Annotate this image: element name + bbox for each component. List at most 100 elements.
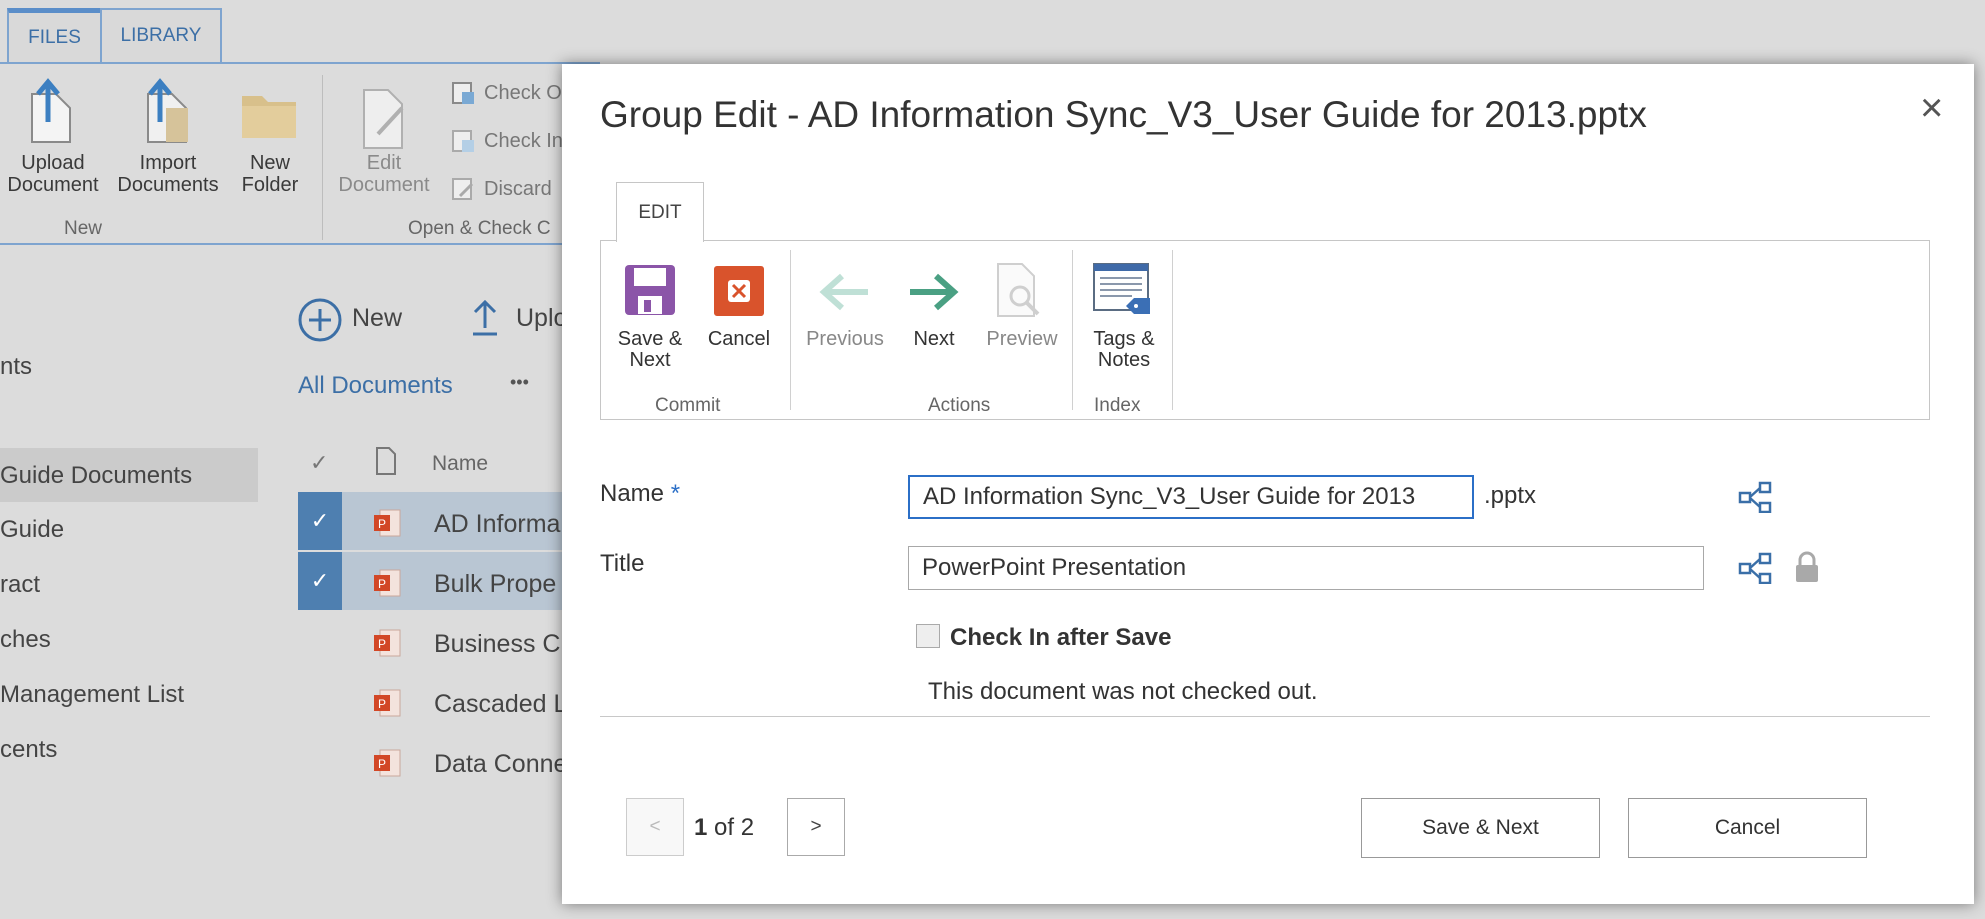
close-icon[interactable]: × <box>1920 86 1943 131</box>
pager-current: 1 <box>694 814 708 841</box>
view-all-documents[interactable]: All Documents <box>298 372 453 400</box>
ribbon-separator <box>322 75 323 240</box>
check-in-button[interactable]: Check In <box>450 128 563 154</box>
previous-arrow-icon <box>819 273 868 311</box>
name-label-text: Name <box>600 480 665 507</box>
list-item-name[interactable]: Cascaded L <box>434 690 567 719</box>
group-open-check-label: Open & Check C <box>408 218 551 239</box>
lock-icon[interactable] <box>1792 550 1822 584</box>
save-label-1: Save & <box>617 328 683 350</box>
import-documents-icon <box>147 78 188 143</box>
select-all-check-icon[interactable]: ✓ <box>310 450 328 476</box>
check-in-checkbox[interactable] <box>916 624 940 648</box>
divider <box>600 716 1930 717</box>
share-icon[interactable] <box>1738 481 1772 513</box>
list-item-name[interactable]: Business Ch <box>434 630 574 659</box>
title-field-label: Title <box>600 550 645 577</box>
check-in-label: Check In <box>484 129 563 152</box>
ribbon-bottom-line <box>0 243 600 245</box>
list-item-name[interactable]: AD Informa <box>434 510 560 539</box>
import-documents-button[interactable]: Import Documents <box>112 152 224 196</box>
row-check-icon[interactable]: ✓ <box>298 492 342 550</box>
cancel-button[interactable]: Cancel <box>1628 798 1867 858</box>
share-icon[interactable] <box>1738 552 1772 584</box>
edit-document-icon <box>363 89 404 149</box>
import-label-2: Documents <box>117 174 219 196</box>
list-item-name[interactable]: Bulk Prope <box>434 570 556 599</box>
pager-next-button[interactable]: > <box>787 798 845 856</box>
pager-previous-button[interactable]: < <box>626 798 684 856</box>
upload-document-icon <box>31 78 71 143</box>
check-out-icon <box>452 82 474 104</box>
check-in-label[interactable]: Check In after Save <box>950 624 1171 652</box>
save-next-button[interactable]: Save & Next <box>1361 798 1600 858</box>
name-column-header[interactable]: Name <box>432 452 488 476</box>
upload-icon[interactable] <box>470 298 500 338</box>
group-edit-dialog: Group Edit - AD Information Sync_V3_User… <box>562 64 1974 904</box>
plus-circle-icon[interactable] <box>297 297 343 343</box>
import-label-1: Import <box>139 152 197 174</box>
save-icon <box>625 265 675 315</box>
discard-label: Discard <box>484 177 552 200</box>
next-button[interactable]: Next <box>896 329 972 350</box>
svg-text:P: P <box>378 697 386 711</box>
sidebar-item-management-list[interactable]: Management List <box>0 681 184 709</box>
ribbon-separator <box>790 250 791 410</box>
pager-total: of 2 <box>714 814 755 841</box>
group-actions-label: Actions <box>928 395 991 416</box>
title-input[interactable]: PowerPoint Presentation <box>908 546 1704 590</box>
tab-files[interactable]: FILES <box>7 8 102 62</box>
tab-library[interactable]: LIBRARY <box>100 8 222 62</box>
new-command[interactable]: New <box>352 304 402 333</box>
save-next-ribbon-button[interactable]: Save & Next <box>606 329 694 371</box>
row-check-icon[interactable]: ✓ <box>298 552 342 610</box>
check-out-button[interactable]: Check O <box>450 80 562 106</box>
tags-notes-icon <box>1093 263 1150 314</box>
upload-command[interactable]: Uplo <box>516 304 567 333</box>
edit-document-button[interactable]: Edit Document <box>330 152 438 196</box>
sidebar-item[interactable]: cents <box>0 736 57 764</box>
name-field-label: Name * <box>600 480 680 508</box>
new-folder-button[interactable]: New Folder <box>230 152 310 196</box>
upload-document-button[interactable]: Upload Document <box>4 152 102 196</box>
ribbon-separator <box>1072 250 1073 410</box>
document-type-icon <box>376 447 396 475</box>
next-arrow-icon <box>910 273 959 311</box>
powerpoint-icon: P <box>374 629 401 657</box>
group-new-label: New <box>64 218 103 239</box>
pager-status: 1 of 2 <box>694 814 754 842</box>
check-in-note: This document was not checked out. <box>928 678 1318 705</box>
sidebar-item[interactable]: nts <box>0 353 32 381</box>
sidebar-item[interactable]: ches <box>0 626 51 654</box>
more-icon[interactable]: ••• <box>510 372 529 393</box>
discard-button[interactable]: Discard <box>450 176 552 202</box>
edit-label-1: Edit <box>366 152 402 174</box>
powerpoint-icon: P <box>374 749 401 777</box>
tags-label-2: Notes <box>1097 349 1151 371</box>
list-item-name[interactable]: Data Conne <box>434 750 567 779</box>
check-out-label: Check O <box>484 81 562 104</box>
svg-text:P: P <box>378 757 386 771</box>
save-label-2: Next <box>629 349 671 371</box>
previous-button[interactable]: Previous <box>800 329 890 350</box>
ribbon-separator <box>1172 250 1173 410</box>
newfolder-label-1: New <box>249 152 290 174</box>
upload-label-1: Upload <box>21 152 85 174</box>
sidebar-item-guide-documents[interactable]: Guide Documents <box>0 462 192 490</box>
svg-text:P: P <box>378 517 386 531</box>
check-in-icon <box>452 130 474 152</box>
sidebar-item-guide[interactable]: Guide <box>0 516 64 544</box>
tab-edit-label: EDIT <box>638 201 682 223</box>
tab-edit[interactable]: EDIT <box>616 182 704 242</box>
required-mark: * <box>670 480 681 507</box>
powerpoint-icon: P <box>374 509 401 537</box>
newfolder-label-2: Folder <box>241 174 299 196</box>
powerpoint-icon: P <box>374 569 401 597</box>
cancel-ribbon-button[interactable]: Cancel <box>696 329 782 350</box>
dialog-title: Group Edit - AD Information Sync_V3_User… <box>600 94 1647 135</box>
tags-notes-button[interactable]: Tags & Notes <box>1084 329 1164 371</box>
tags-label-1: Tags & <box>1093 328 1155 350</box>
name-input[interactable]: AD Information Sync_V3_User Guide for 20… <box>908 475 1474 519</box>
sidebar-item[interactable]: ract <box>0 571 40 599</box>
preview-button[interactable]: Preview <box>980 329 1064 350</box>
